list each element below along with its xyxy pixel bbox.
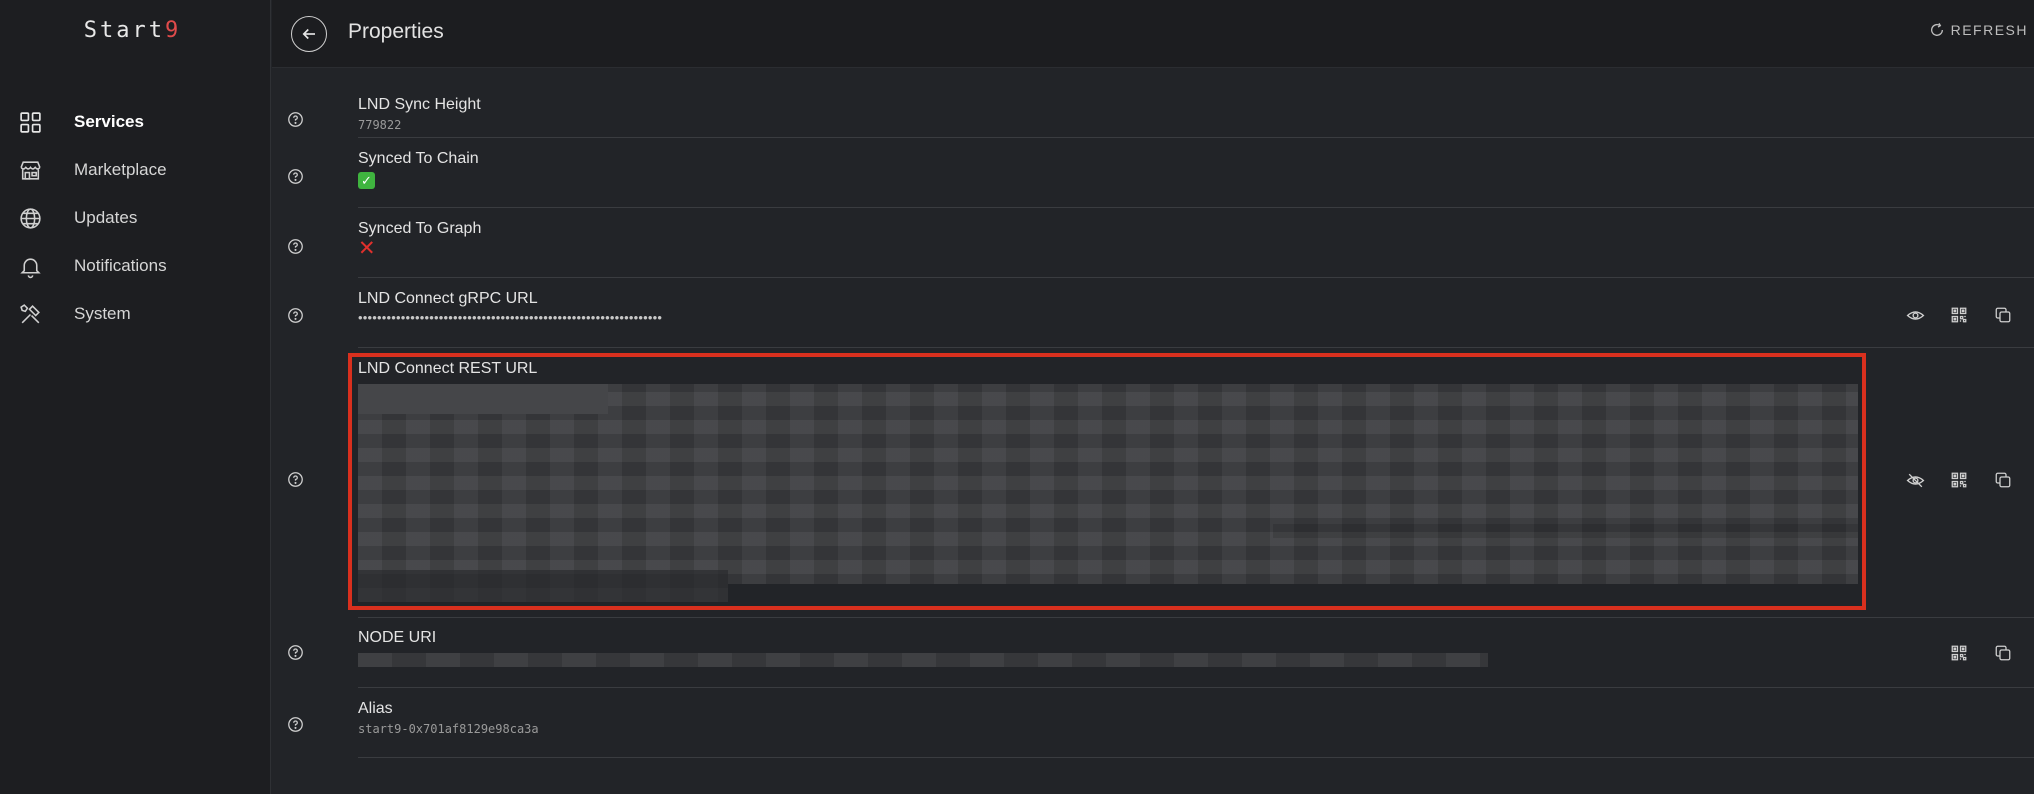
property-label: NODE URI [358,629,437,646]
sidebar-item-label: Services [74,112,144,131]
property-label: Synced To Graph [358,220,482,237]
sidebar-item-notifications[interactable]: Notifications [0,242,271,290]
sidebar-item-marketplace[interactable]: Marketplace [0,146,271,194]
redaction-fragment [728,584,1858,602]
sidebar-item-system[interactable]: System [0,290,271,338]
eye-off-icon[interactable] [1904,469,1926,491]
storefront-icon [18,158,43,183]
help-circle-icon[interactable] [286,167,304,185]
help-circle-icon[interactable] [286,643,304,661]
help-circle-icon[interactable] [286,237,304,255]
help-circle-icon[interactable] [286,715,304,733]
back-button[interactable] [291,16,327,52]
masked-value: ••••••••••••••••••••••••••••••••••••••••… [358,310,663,325]
property-label: Synced To Chain [358,150,479,167]
refresh-label: REFRESH [1950,22,2028,38]
property-value: start9-0x701af8129e98ca3a [358,722,539,736]
sidebar-item-label: Updates [74,208,138,227]
qr-code-icon[interactable] [1948,469,1970,491]
property-row: Synced To Graph ✕ [287,208,2034,278]
tools-icon [18,302,43,327]
brand-text: Start [83,18,165,43]
properties-list: LND Sync Height 779822 Synced To Chain ✓… [272,68,2034,758]
property-label: Alias [358,700,393,717]
refresh-icon [1930,23,1943,36]
eye-icon[interactable] [1904,304,1926,326]
sidebar-item-services[interactable]: Services [0,98,271,146]
sidebar-nav: Services Marketplace Updates Notificatio… [0,98,271,338]
property-row: LND Connect gRPC URL •••••••••••••••••••… [287,278,2034,348]
redaction-fragment [1273,524,1858,538]
property-label: LND Connect gRPC URL [358,290,538,307]
copy-icon[interactable] [1992,469,2014,491]
cross-icon: ✕ [358,237,376,260]
qr-code-icon[interactable] [1948,642,1970,664]
header: Properties REFRESH [272,0,2034,68]
row-actions [1948,642,2014,664]
property-row: NODE URI [287,618,2034,688]
arrow-left-icon [302,28,315,40]
sidebar-item-label: System [74,304,131,323]
redacted-value [358,653,1488,667]
property-row: Synced To Chain ✓ [287,138,2034,208]
copy-icon[interactable] [1992,304,2014,326]
property-label: LND Connect REST URL [358,360,538,377]
property-row: LND Connect REST URL [287,348,2034,618]
property-label: LND Sync Height [358,96,481,113]
brand-accent: 9 [164,18,182,43]
property-value: 779822 [358,118,402,132]
checkmark-icon: ✓ [358,172,375,189]
sidebar-item-updates[interactable]: Updates [0,194,271,242]
help-circle-icon[interactable] [286,110,304,128]
page-title: Properties [348,20,444,43]
globe-icon [18,206,43,231]
sidebar-item-label: Marketplace [74,160,167,179]
sidebar: Start9 Services Marketplace Updates Noti… [0,0,271,794]
copy-icon[interactable] [1992,642,2014,664]
brand-logo[interactable]: Start9 [0,18,265,43]
row-actions [1904,304,2014,326]
refresh-button[interactable]: REFRESH [1929,22,2028,38]
bell-icon [18,254,43,279]
redaction-fragment [358,570,728,602]
help-circle-icon[interactable] [286,470,304,488]
qr-code-icon[interactable] [1948,304,1970,326]
help-circle-icon[interactable] [286,306,304,324]
row-actions [1904,469,2014,491]
property-row: LND Sync Height 779822 [287,68,2034,138]
redacted-value [358,384,1858,602]
property-row: Alias start9-0x701af8129e98ca3a [287,688,2034,758]
redaction-fragment [358,384,608,414]
grid-icon [18,110,43,135]
sidebar-item-label: Notifications [74,256,167,275]
